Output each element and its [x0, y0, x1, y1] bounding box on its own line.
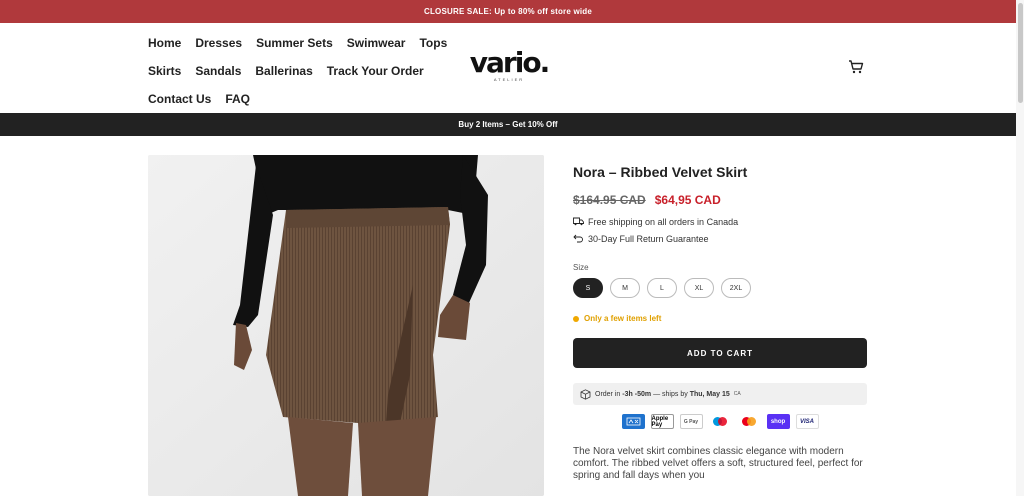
site-header: Home Dresses Summer Sets Swimwear Tops S…	[0, 23, 1016, 113]
product-title: Nora – Ribbed Velvet Skirt	[573, 164, 748, 180]
nav-summer-sets[interactable]: Summer Sets	[256, 36, 333, 50]
announcement-bar: CLOSURE SALE: Up to 80% off store wide	[0, 0, 1016, 23]
shop-pay-label: shop	[770, 418, 786, 425]
skirt-photo	[148, 155, 544, 496]
perk-returns-text: 30-Day Full Return Guarantee	[588, 233, 709, 244]
nav-row-3: Contact Us FAQ	[148, 85, 448, 113]
mastercard-icon	[737, 414, 761, 429]
cart-icon[interactable]	[848, 59, 864, 75]
nav-tops[interactable]: Tops	[419, 36, 447, 50]
amex-icon	[621, 414, 645, 429]
stock-dot-icon	[573, 315, 579, 322]
perk-shipping: Free shipping on all orders in Canada	[573, 216, 867, 227]
size-selector: S M L XL 2XL	[573, 278, 867, 298]
price-block: $164.95 CAD $64,95 CAD	[573, 193, 867, 207]
package-icon	[580, 388, 591, 400]
perk-shipping-text: Free shipping on all orders in Canada	[588, 216, 739, 227]
logo-wordmark: vario.	[469, 46, 550, 79]
visa-label: VISA	[799, 418, 814, 425]
nav-row-2: Skirts Sandals Ballerinas Track Your Ord…	[148, 57, 448, 85]
visa-icon: VISA	[795, 414, 819, 429]
nav-home[interactable]: Home	[148, 36, 181, 50]
nav-contact-us[interactable]: Contact Us	[148, 92, 211, 106]
stock-text: Only a few items left	[584, 314, 662, 323]
size-label: Size	[573, 263, 589, 272]
nav-track-order[interactable]: Track Your Order	[327, 64, 424, 78]
main-nav: Home Dresses Summer Sets Swimwear Tops S…	[148, 29, 448, 113]
promo-bar: Buy 2 Items – Get 10% Off	[0, 113, 1016, 136]
apple-pay-icon: Apple Pay	[650, 414, 674, 429]
promo-text: Buy 2 Items – Get 10% Off	[458, 120, 558, 129]
perk-returns: 30-Day Full Return Guarantee	[573, 233, 867, 244]
google-pay-label: G Pay	[683, 418, 699, 425]
product-info: Nora – Ribbed Velvet Skirt $164.95 CAD $…	[573, 155, 867, 482]
size-option-s[interactable]: S	[573, 278, 603, 298]
size-option-l[interactable]: L	[647, 278, 677, 298]
google-pay-icon: G Pay	[679, 414, 703, 429]
shop-pay-icon: shop	[766, 414, 790, 429]
ship-countdown: -3h -50m	[622, 390, 652, 398]
ship-middle: — ships by	[653, 390, 688, 398]
ship-timezone: CA	[733, 391, 741, 397]
nav-sandals[interactable]: Sandals	[195, 64, 241, 78]
return-icon	[573, 234, 583, 243]
payment-methods: Apple Pay G Pay shop VISA	[573, 414, 867, 429]
original-price: $164.95 CAD	[573, 193, 646, 207]
product-image[interactable]	[148, 155, 544, 496]
scrollbar-thumb[interactable]	[1018, 3, 1023, 103]
shopping-cart-icon	[849, 60, 864, 74]
nav-dresses[interactable]: Dresses	[195, 36, 242, 50]
nav-row-1: Home Dresses Summer Sets Swimwear Tops	[148, 29, 448, 57]
nav-skirts[interactable]: Skirts	[148, 64, 181, 78]
announcement-text: CLOSURE SALE: Up to 80% off store wide	[423, 7, 593, 16]
scrollbar[interactable]	[1016, 0, 1024, 496]
size-option-m[interactable]: M	[610, 278, 640, 298]
nav-ballerinas[interactable]: Ballerinas	[255, 64, 312, 78]
maestro-icon	[708, 414, 732, 429]
shipping-countdown: Order in -3h -50m — ships by Thu, May 15…	[573, 383, 867, 405]
nav-faq[interactable]: FAQ	[225, 92, 250, 106]
stock-status: Only a few items left	[573, 314, 867, 323]
nav-swimwear[interactable]: Swimwear	[347, 36, 406, 50]
truck-icon	[573, 217, 584, 226]
sale-price: $64,95 CAD	[654, 193, 721, 207]
ship-date: Thu, May 15	[689, 390, 730, 398]
size-option-xl[interactable]: XL	[684, 278, 714, 298]
ship-prefix: Order in	[595, 390, 621, 398]
size-option-2xl[interactable]: 2XL	[721, 278, 751, 298]
add-to-cart-button[interactable]: ADD TO CART	[573, 338, 867, 368]
apple-pay-label: Apple Pay	[651, 415, 669, 428]
brand-logo[interactable]: vario. ATELIER	[466, 46, 552, 83]
product-description: The Nora velvet skirt combines classic e…	[573, 446, 863, 481]
